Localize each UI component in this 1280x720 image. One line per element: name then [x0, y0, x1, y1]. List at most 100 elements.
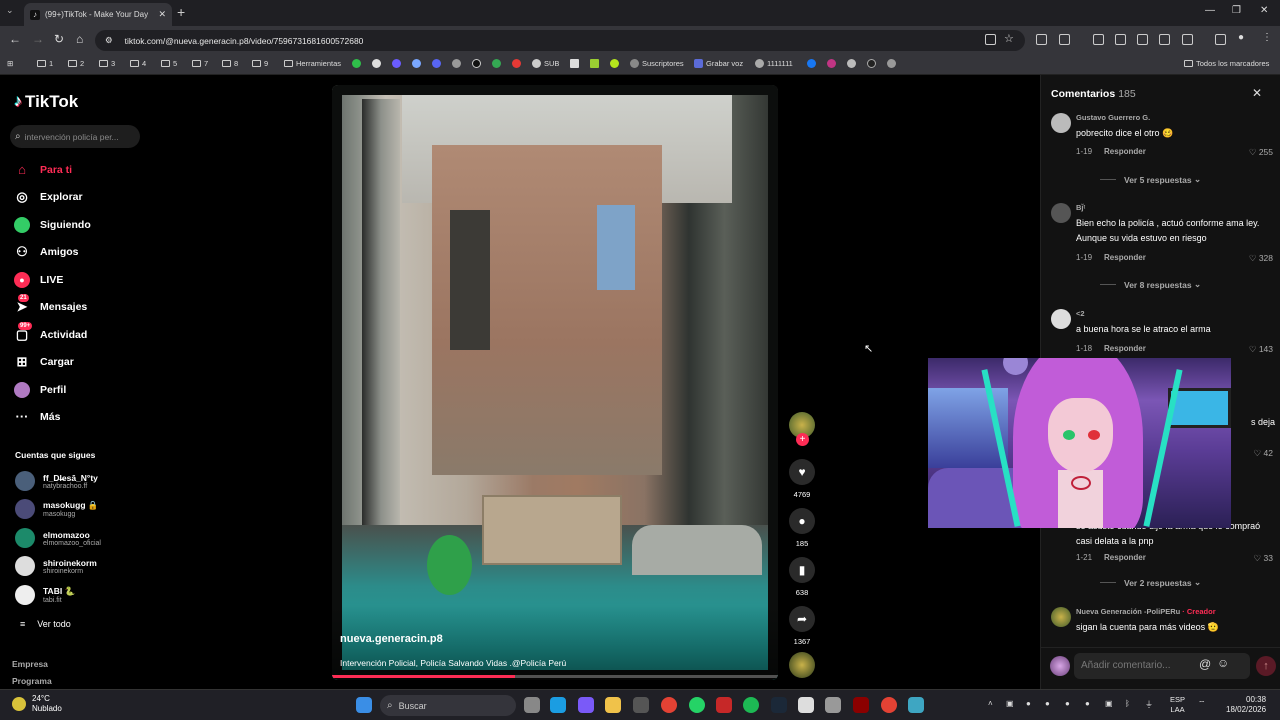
music-disc[interactable] — [789, 652, 815, 678]
tray-usb-icon[interactable]: ⏚ — [1145, 699, 1153, 710]
bookmark-icon[interactable] — [590, 59, 602, 68]
bookmark-icon[interactable] — [392, 59, 404, 68]
following-user[interactable]: shiroinekorm shiroinekorm — [15, 556, 97, 576]
nav-live[interactable]: ● LIVE — [14, 272, 63, 288]
bookmark-suscriptores[interactable]: Suscriptores — [630, 59, 684, 68]
weather-widget[interactable]: 24°C Nublado — [12, 694, 62, 714]
bookmark-icon[interactable] — [847, 59, 859, 68]
copilot-icon[interactable] — [578, 697, 594, 713]
following-user[interactable]: TABI 🐍 tabi.fit — [15, 585, 75, 605]
search-input[interactable]: ⌕ intervención policía per... — [10, 125, 140, 148]
app-icon[interactable] — [798, 697, 814, 713]
bookmark-star-icon[interactable]: ☆ — [1004, 32, 1014, 45]
tray-discord-icon[interactable]: ● — [1085, 699, 1090, 708]
sidepanel-icon[interactable] — [1182, 34, 1193, 45]
steam-icon[interactable] — [771, 697, 787, 713]
bookmark-folder-herramientas[interactable]: Herramientas — [284, 59, 341, 68]
nav-mensajes[interactable]: ➤ 21 Mensajes — [14, 294, 87, 315]
bookmark-grabar-voz[interactable]: Grabar voz — [694, 59, 743, 68]
all-bookmarks[interactable]: Todos los marcadores — [1184, 59, 1269, 68]
view-replies-button[interactable]: Ver 5 respuestas ⌄ — [1100, 174, 1201, 185]
comment-like[interactable]: ♡ 255 — [1249, 147, 1273, 158]
app-icon[interactable] — [716, 697, 732, 713]
tray-bluetooth-icon[interactable]: ᛒ — [1125, 699, 1130, 708]
following-user[interactable]: ff_Dl̶esā_N°ty natybrachoo.ff — [15, 471, 98, 491]
footer-programa[interactable]: Programa — [12, 676, 52, 686]
bookmark-icon[interactable] — [570, 59, 582, 68]
follow-button[interactable]: + — [796, 433, 809, 446]
site-info-icon[interactable]: ⚙ — [105, 35, 113, 46]
bookmark-folder[interactable]: 9 — [252, 59, 268, 68]
reply-button[interactable]: Responder — [1104, 147, 1146, 156]
edge-icon[interactable] — [550, 697, 566, 713]
bookmark-icon[interactable] — [452, 59, 464, 68]
avatar[interactable] — [1051, 203, 1071, 223]
network-icon[interactable]: ⌔ — [1198, 699, 1206, 709]
chrome-icon[interactable] — [661, 697, 677, 713]
close-window-button[interactable]: ✕ — [1260, 5, 1268, 16]
video-username[interactable]: nueva.generacin.p8 — [340, 633, 443, 645]
bookmark-folder[interactable]: 3 — [99, 59, 115, 68]
app-icon[interactable] — [825, 697, 841, 713]
tab-close-icon[interactable]: ✕ — [158, 9, 166, 20]
following-user[interactable]: elmomazoo elmomazoo_oficial — [15, 528, 101, 548]
comment-button[interactable]: ● 185 — [789, 508, 815, 548]
extension-icon[interactable] — [1093, 34, 1104, 45]
bookmark-folder[interactable]: 2 — [68, 59, 84, 68]
app-icon[interactable] — [908, 697, 924, 713]
tiktok-logo[interactable]: ♪ TikTok — [14, 92, 78, 112]
comment-like[interactable]: ♡ 143 — [1249, 344, 1273, 355]
bookmark-icon[interactable] — [472, 59, 484, 68]
bookmark-icon[interactable] — [807, 59, 819, 68]
view-replies-button[interactable]: Ver 2 respuestas ⌄ — [1100, 577, 1201, 588]
tray-app-icon[interactable]: ▣ — [1105, 699, 1113, 708]
comment-like[interactable]: ♡ 33 — [1254, 553, 1273, 564]
back-icon[interactable]: ← — [9, 32, 21, 46]
minimize-button[interactable]: — — [1205, 5, 1215, 16]
tray-steam-icon[interactable]: ● — [1065, 699, 1070, 708]
spotify-icon[interactable] — [743, 697, 759, 713]
apps-grid-icon[interactable]: ⊞ — [7, 59, 13, 68]
following-user[interactable]: masokugg 🔒 masokugg — [15, 499, 98, 519]
maximize-button[interactable]: ❐ — [1232, 5, 1241, 16]
view-replies-button[interactable]: Ver 8 respuestas ⌄ — [1100, 279, 1201, 290]
nav-explorar[interactable]: ◎ Explorar — [14, 189, 82, 205]
language-indicator[interactable]: ESP LAA — [1170, 695, 1185, 715]
bookmark-icon[interactable] — [412, 59, 424, 68]
bookmark-icon[interactable] — [432, 59, 444, 68]
bookmark-folder[interactable]: 7 — [192, 59, 208, 68]
like-button[interactable]: ♥ 4769 — [789, 459, 815, 499]
reload-icon[interactable]: ↻ — [54, 32, 64, 46]
reply-button[interactable]: Responder — [1104, 253, 1146, 262]
profile-icon[interactable]: ● — [1238, 32, 1244, 43]
whatsapp-icon[interactable] — [689, 697, 705, 713]
bookmark-folder[interactable]: 1 — [37, 59, 53, 68]
avatar[interactable] — [1051, 113, 1071, 133]
menu-dots-icon[interactable]: ⋮ — [1262, 32, 1272, 43]
extension-icon[interactable] — [1036, 34, 1047, 45]
tab-tiktok[interactable]: ♪ (99+)TikTok - Make Your Day ✕ — [24, 3, 172, 26]
bookmark-icon[interactable] — [352, 59, 364, 68]
tray-spotify-icon[interactable]: ● — [1026, 699, 1031, 708]
url-bar[interactable]: ⚙ tiktok.com/@nueva.generacin.p8/video/7… — [95, 30, 1025, 51]
nav-siguiendo[interactable]: Siguiendo — [14, 217, 91, 233]
bookmark-icon[interactable] — [827, 59, 839, 68]
comment-like[interactable]: ♡ 328 — [1249, 253, 1273, 264]
send-icon[interactable]: ↑ — [1256, 656, 1276, 676]
emoji-icon[interactable]: ☺ — [1217, 656, 1229, 670]
nav-para-ti[interactable]: ⌂ Para ti — [14, 162, 72, 178]
bookmark-sub[interactable]: SUB — [532, 59, 559, 68]
bookmark-folder[interactable]: 4 — [130, 59, 146, 68]
bookmark-icon[interactable] — [867, 59, 879, 68]
extension-icon[interactable] — [1215, 34, 1226, 45]
app-icon[interactable] — [853, 697, 869, 713]
bookmark-icon[interactable] — [492, 59, 504, 68]
bookmark-folder[interactable]: 5 — [161, 59, 177, 68]
new-tab-button[interactable]: + — [177, 4, 185, 20]
nav-perfil[interactable]: Perfil — [14, 382, 66, 398]
bookmark-icon[interactable] — [512, 59, 524, 68]
tab-search-chevron-icon[interactable]: ⌄ — [6, 5, 14, 16]
bookmark-icon[interactable] — [372, 59, 384, 68]
tray-chevron-icon[interactable]: ˄ — [988, 699, 993, 708]
forward-icon[interactable]: → — [32, 32, 44, 46]
